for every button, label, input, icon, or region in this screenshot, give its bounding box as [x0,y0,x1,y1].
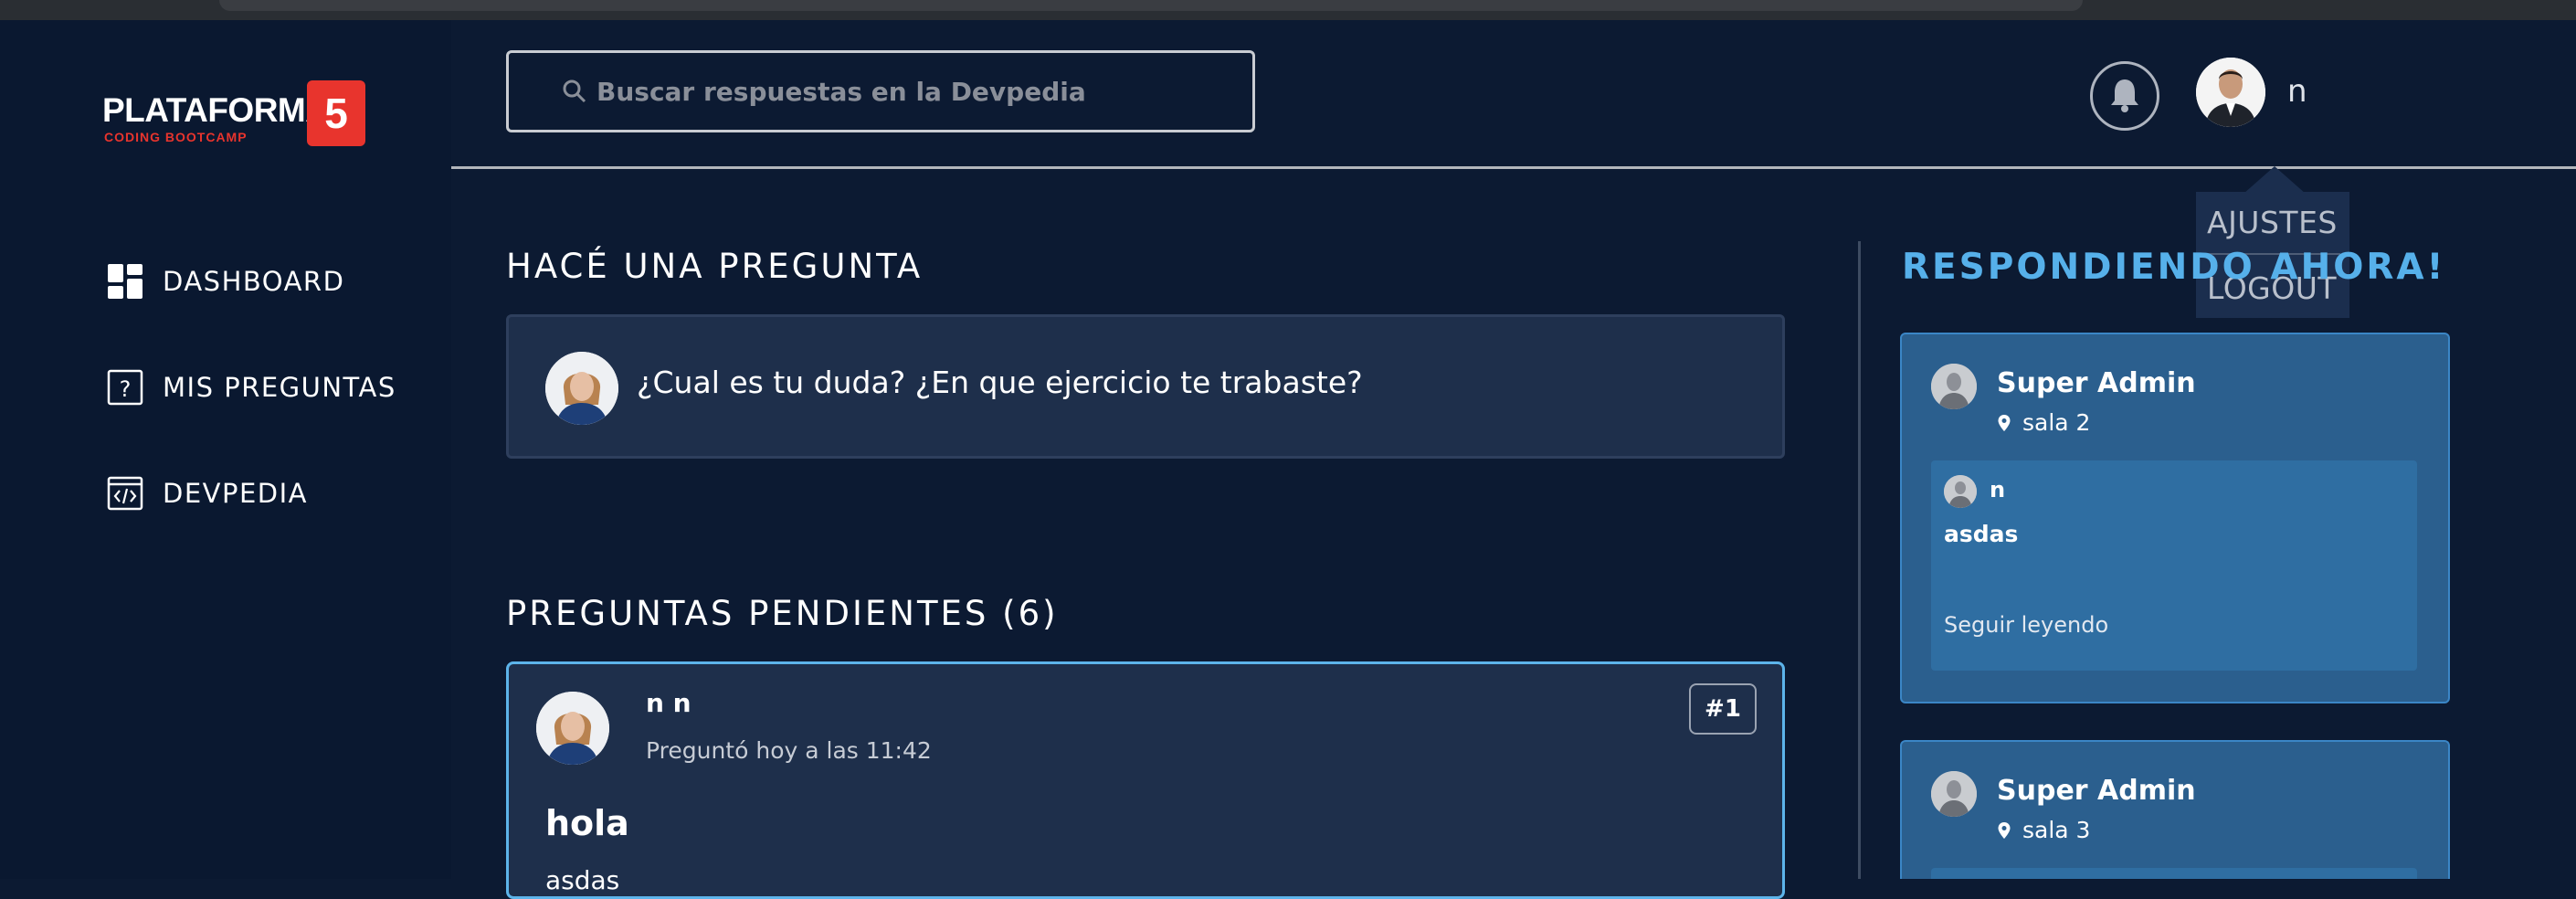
brand-number-badge: 5 [307,80,365,146]
question-mark-box-icon: ? [106,368,144,407]
room-question-preview[interactable] [1931,868,2417,879]
sidebar: PLATAFORMA CODING BOOTCAMP 5 DASHBOARD ?… [0,20,451,879]
read-more-link[interactable]: Seguir leyendo [1944,612,2108,638]
user-name[interactable]: n [2287,73,2307,110]
avatar [545,352,618,425]
room-name: sala 2 [2022,409,2091,436]
ask-prompt: ¿Cual es tu duda? ¿En que ejercicio te t… [637,365,1363,400]
room-question-preview[interactable]: n asdas Seguir leyendo [1931,460,2417,671]
menu-item-ajustes[interactable]: AJUSTES [2207,205,2338,240]
room-location: sala 3 [1997,817,2090,843]
room-name: sala 3 [2022,817,2091,843]
search-bar[interactable] [506,50,1255,132]
column-divider [1858,241,1861,879]
brand-name: PLATAFORMA [102,91,330,129]
search-icon [562,79,587,104]
sidebar-item-dashboard[interactable]: DASHBOARD [106,259,344,303]
brand-tagline: CODING BOOTCAMP [104,130,248,144]
sidebar-item-mis-preguntas[interactable]: ? MIS PREGUNTAS [106,365,396,409]
ask-section-title: HACÉ UNA PREGUNTA [506,247,924,286]
sidebar-item-label: MIS PREGUNTAS [163,372,396,403]
sidebar-item-devpedia[interactable]: DEVPEDIA [106,471,308,515]
room-admin-name: Super Admin [1997,367,2196,399]
brand-logo[interactable]: PLATAFORMA CODING BOOTCAMP 5 [102,80,367,148]
ask-question-box[interactable]: ¿Cual es tu duda? ¿En que ejercicio te t… [506,314,1785,459]
pending-section-title: PREGUNTAS PENDIENTES (6) [506,594,1059,633]
answering-section-title: RESPONDIENDO AHORA! [1902,247,2446,288]
room-card[interactable]: Super Admin sala 2 n asdas Seguir leyend… [1900,333,2450,703]
browser-top-strip [0,0,2576,20]
user-menu-arrow [2243,166,2306,194]
code-browser-icon [106,474,144,513]
avatar [536,692,609,765]
search-input[interactable] [595,75,1238,108]
sidebar-item-label: DASHBOARD [163,266,345,297]
room-admin-name: Super Admin [1997,775,2196,807]
question-author: n n [646,688,692,718]
svg-text:?: ? [120,376,132,402]
location-pin-icon [1998,414,2011,431]
question-timestamp: Preguntó hoy a las 11:42 [646,737,932,764]
question-title: hola [545,803,629,843]
preview-author: n [1990,477,2006,502]
room-card[interactable]: Super Admin sala 3 [1900,740,2450,879]
avatar [1944,475,1977,508]
dashboard-grid-icon [106,262,144,301]
bell-icon [2107,76,2142,116]
question-number-badge: #1 [1689,683,1757,735]
avatar [1931,364,1977,409]
room-location: sala 2 [1997,409,2090,436]
preview-title: asdas [1944,521,2019,547]
browser-tab-bar [219,0,2083,11]
question-body: asdas [545,865,620,895]
sidebar-item-label: DEVPEDIA [163,478,309,509]
notifications-button[interactable] [2090,61,2159,131]
location-pin-icon [1998,821,2011,839]
user-avatar[interactable] [2196,58,2265,127]
question-card[interactable]: n n Preguntó hoy a las 11:42 #1 hola asd… [506,661,1785,899]
avatar [1931,771,1977,817]
